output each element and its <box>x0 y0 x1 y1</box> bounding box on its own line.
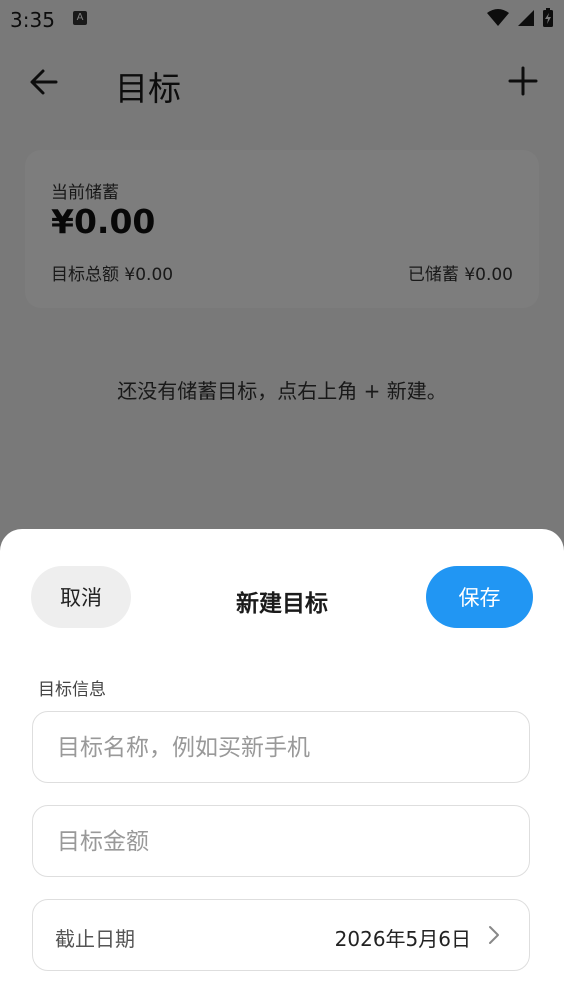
goal-amount-field[interactable] <box>32 805 530 878</box>
goal-name-field[interactable] <box>32 711 530 784</box>
chevron-right-icon <box>489 926 499 944</box>
goal-name-input[interactable] <box>55 712 509 784</box>
deadline-label: 截止日期 <box>55 927 135 951</box>
new-goal-sheet: 取消 新建目标 保存 目标信息 截止日期 2026年5月6日 <box>0 529 564 1004</box>
deadline-value: 2026年5月6日 <box>334 927 471 951</box>
goal-info-section-label: 目标信息 <box>38 680 106 700</box>
deadline-picker[interactable]: 截止日期 2026年5月6日 <box>32 899 530 971</box>
goal-amount-input[interactable] <box>55 806 509 878</box>
save-button[interactable]: 保存 <box>426 566 533 628</box>
